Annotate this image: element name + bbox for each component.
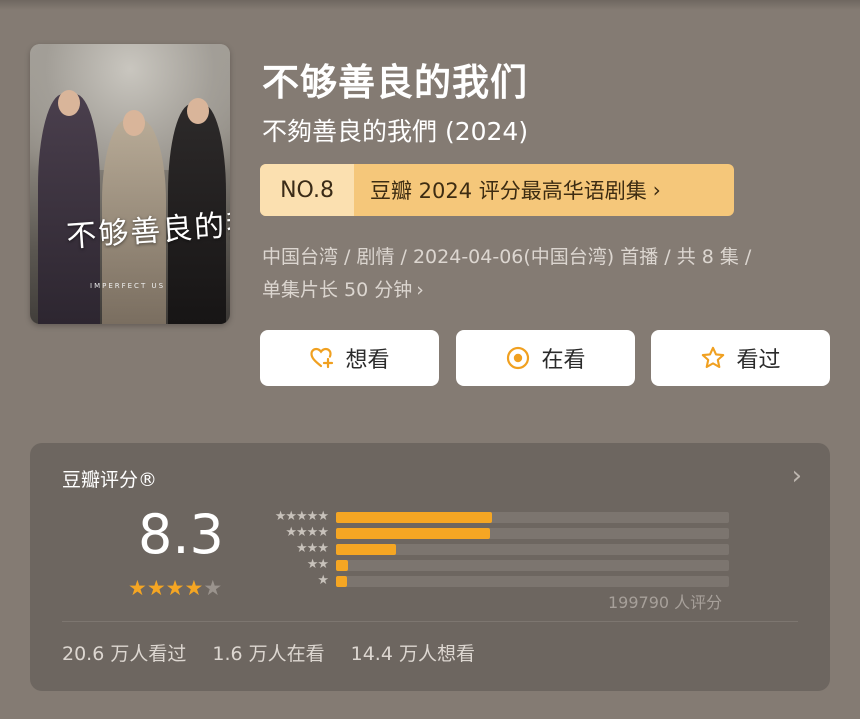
heart-plus-icon (310, 347, 334, 369)
chevron-right-icon: › (416, 279, 424, 301)
rating-card[interactable]: 豆瓣评分® › 8.3 ★★★★★ ★★★★★ ★★★★ ★★★ ★★ ★ 199790… (30, 443, 830, 691)
rating-score: 8.3 (138, 503, 224, 566)
star-row-icon: ★★ (306, 557, 329, 572)
meta-line-1: 中国台湾 / 剧情 / 2024-04-06(中国台湾) 首播 / 共 8 集 … (262, 246, 752, 268)
chevron-right-icon[interactable]: › (792, 461, 802, 491)
action-buttons: 想看 在看 看过 (260, 330, 830, 386)
distribution-row-4-star: ★★★★ (256, 525, 732, 541)
distribution-bar (336, 544, 397, 555)
ranking-number: NO.8 (260, 164, 354, 216)
star-row-icon: ★★★ (296, 541, 329, 556)
distribution-bar (336, 512, 492, 523)
watching-button[interactable]: 在看 (456, 330, 635, 386)
watching-count: 1.6 万人在看 (212, 643, 325, 665)
star-row-icon: ★ (317, 573, 329, 588)
distribution-row-3-star: ★★★ (256, 541, 732, 557)
distribution-bar (336, 560, 348, 571)
distribution-bar (336, 528, 491, 539)
target-icon (507, 346, 530, 370)
distribution-track (336, 544, 729, 555)
poster-subtitle-art: IMPERFECT US (90, 282, 166, 290)
star-outline-icon (702, 346, 725, 369)
watched-label: 看过 (736, 348, 781, 373)
chevron-right-icon: › (652, 178, 661, 202)
star-filled-icon: ★ (184, 576, 204, 600)
original-title: 不夠善良的我們 (2024) (262, 117, 529, 146)
poster-face-2 (123, 110, 145, 136)
distribution-row-2-star: ★★ (256, 557, 732, 573)
page-title: 不够善良的我们 (262, 61, 528, 104)
distribution-track (336, 576, 729, 587)
poster-image[interactable]: 不够善良的我们 IMPERFECT US (30, 44, 230, 324)
watching-label: 在看 (541, 348, 586, 373)
rating-distribution: ★★★★★ ★★★★ ★★★ ★★ ★ (256, 509, 732, 589)
distribution-track (336, 560, 729, 571)
meta-line-2: 单集片长 50 分钟 › (262, 274, 822, 307)
want-count: 14.4 万人想看 (350, 643, 475, 665)
want-to-watch-label: 想看 (345, 348, 390, 373)
ranking-text-wrap: 豆瓣 2024 评分最高华语剧集 › (354, 164, 734, 216)
divider (62, 621, 798, 622)
ranking-text: 豆瓣 2024 评分最高华语剧集 (370, 179, 647, 203)
distribution-row-1-star: ★ (256, 573, 732, 589)
audience-stats: 20.6 万人看过 1.6 万人在看 14.4 万人想看 (62, 639, 475, 666)
star-row-icon: ★★★★★ (274, 509, 329, 524)
rating-count: 199790 人评分 (608, 593, 723, 612)
star-row-icon: ★★★★ (285, 525, 329, 540)
distribution-track (336, 512, 729, 523)
rating-stars: ★★★★★ (128, 576, 222, 600)
episode-length: 单集片长 50 分钟 (262, 279, 413, 301)
distribution-bar (336, 576, 347, 587)
star-filled-icon: ★ (128, 576, 147, 600)
meta-info[interactable]: 中国台湾 / 剧情 / 2024-04-06(中国台湾) 首播 / 共 8 集 … (262, 241, 822, 307)
distribution-row-5-star: ★★★★★ (256, 509, 732, 525)
rating-title: 豆瓣评分® (62, 469, 158, 491)
star-empty-icon: ★ (203, 576, 223, 600)
star-filled-icon: ★ (146, 576, 166, 600)
top-shade (0, 0, 860, 10)
watched-button[interactable]: 看过 (651, 330, 830, 386)
ranking-badge[interactable]: NO.8 豆瓣 2024 评分最高华语剧集 › (260, 164, 734, 216)
star-filled-icon: ★ (165, 576, 185, 600)
poster-face-1 (58, 90, 80, 116)
watched-count: 20.6 万人看过 (62, 643, 187, 665)
poster-face-3 (187, 98, 209, 124)
distribution-track (336, 528, 729, 539)
want-to-watch-button[interactable]: 想看 (260, 330, 439, 386)
